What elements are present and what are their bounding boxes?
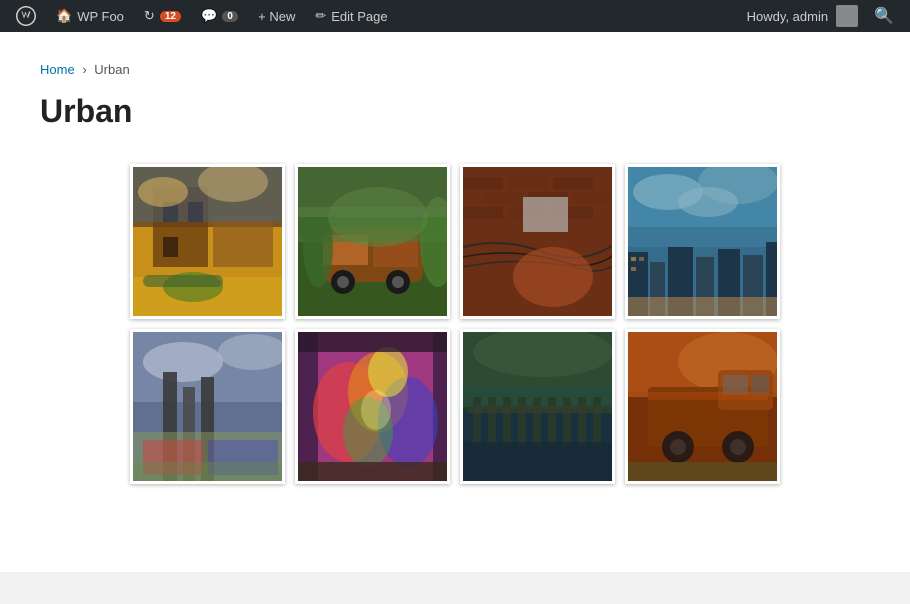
comments-icon: 💬 xyxy=(201,8,217,24)
gallery-item[interactable] xyxy=(460,329,615,484)
new-label: + New xyxy=(258,9,295,24)
avatar xyxy=(836,5,858,27)
wp-logo-button[interactable] xyxy=(8,0,44,32)
breadcrumb-home-link[interactable]: Home xyxy=(40,62,75,77)
edit-page-label: Edit Page xyxy=(331,9,387,24)
gallery-item[interactable] xyxy=(295,164,450,319)
new-content-button[interactable]: + New xyxy=(250,0,303,32)
breadcrumb-current: Urban xyxy=(94,62,129,77)
breadcrumb: Home › Urban xyxy=(40,62,870,77)
gallery-item[interactable] xyxy=(130,329,285,484)
comments-button[interactable]: 💬 0 xyxy=(193,0,246,32)
breadcrumb-separator: › xyxy=(82,62,86,77)
gallery-item[interactable] xyxy=(460,164,615,319)
search-button[interactable]: 🔍 xyxy=(866,0,902,32)
pencil-icon: ✏ xyxy=(315,8,326,24)
gallery-item[interactable] xyxy=(625,164,780,319)
admin-bar: 🏠 WP Foo ↻ 12 💬 0 + New ✏ Edit Page Howd… xyxy=(0,0,910,32)
main-content: Home › Urban Urban xyxy=(0,32,910,572)
updates-button[interactable]: ↻ 12 xyxy=(136,0,189,32)
howdy-text: Howdy, admin xyxy=(747,9,828,24)
gallery-item[interactable] xyxy=(295,329,450,484)
page-title: Urban xyxy=(40,93,870,130)
edit-page-button[interactable]: ✏ Edit Page xyxy=(307,0,395,32)
site-name-label: WP Foo xyxy=(77,9,124,24)
gallery-item[interactable] xyxy=(625,329,780,484)
gallery-item[interactable] xyxy=(130,164,285,319)
comments-badge: 0 xyxy=(222,11,238,22)
house-icon: 🏠 xyxy=(56,8,72,24)
site-name-button[interactable]: 🏠 WP Foo xyxy=(48,0,132,32)
admin-bar-left: 🏠 WP Foo ↻ 12 💬 0 + New ✏ Edit Page xyxy=(8,0,747,32)
gallery-grid xyxy=(40,154,870,494)
updates-icon: ↻ xyxy=(144,8,155,24)
admin-bar-right: Howdy, admin 🔍 xyxy=(747,0,902,32)
updates-badge: 12 xyxy=(160,11,181,22)
